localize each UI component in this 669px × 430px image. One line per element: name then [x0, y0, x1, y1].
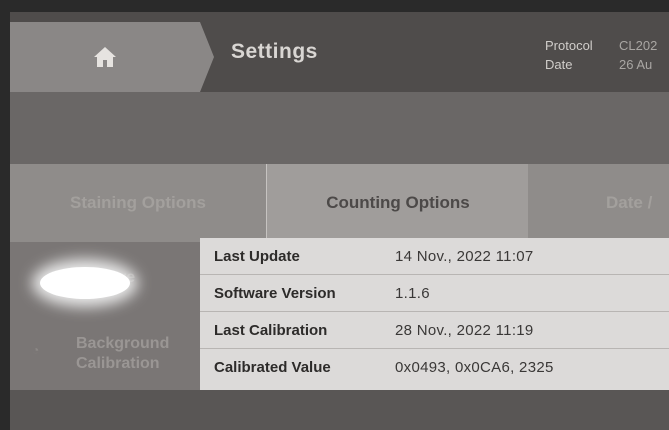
protocol-info: Protocol CL202 Date 26 Au — [545, 36, 657, 74]
device-screen: Settings Protocol CL202 Date 26 Au Stainin… — [10, 12, 669, 430]
last-calibration-label: Last Calibration — [214, 321, 328, 339]
tab-date[interactable]: Date / — [528, 164, 669, 242]
settings-tabs: Staining Options Counting Options Date / — [10, 164, 669, 242]
header-bar: Settings Protocol CL202 Date 26 Au — [10, 12, 669, 92]
calibration-icon: ◔ — [32, 343, 40, 357]
protocol-row: Protocol CL202 — [545, 36, 657, 55]
date-label: Date — [545, 57, 573, 72]
calibrated-value-value: 0x0493, 0x0CA6, 2325 — [395, 358, 554, 376]
table-row: Last Update 14 Nov., 2022 11:07 — [200, 238, 669, 275]
page-title: Settings — [231, 40, 318, 63]
info-panel: Last Update 14 Nov., 2022 11:07 Software… — [200, 238, 669, 390]
tab-label: Counting Options — [326, 193, 470, 212]
table-row: Last Calibration 28 Nov., 2022 11:19 — [200, 312, 669, 349]
protocol-value: CL202 — [619, 38, 658, 53]
tab-label: Staining Options — [70, 193, 206, 212]
software-version-label: Software Version — [214, 284, 336, 302]
tab-staining-options[interactable]: Staining Options — [10, 164, 266, 242]
sidebar: re ◔ Background Calibration — [10, 242, 200, 392]
last-update-label: Last Update — [214, 247, 300, 265]
tab-label: Date / — [606, 193, 653, 212]
date-value: 26 Au — [619, 57, 653, 72]
header-band — [10, 92, 669, 164]
table-row: Software Version 1.1.6 — [200, 275, 669, 312]
bottom-area — [10, 390, 669, 430]
software-version-value: 1.1.6 — [395, 284, 430, 302]
sidebar-item-background-calibration[interactable]: Background Calibration — [76, 334, 191, 374]
table-row: Calibrated Value 0x0493, 0x0CA6, 2325 — [200, 349, 669, 385]
protocol-label: Protocol — [545, 38, 593, 53]
home-icon — [94, 47, 116, 67]
last-calibration-value: 28 Nov., 2022 11:19 — [395, 321, 534, 339]
tab-counting-options[interactable]: Counting Options — [266, 164, 529, 242]
date-row: Date 26 Au — [545, 55, 657, 74]
calibrated-value-label: Calibrated Value — [214, 358, 331, 376]
home-button[interactable] — [10, 22, 200, 92]
screen-glare — [40, 267, 130, 299]
sidebar-item-label: Background Calibration — [76, 335, 170, 372]
header-arrow — [200, 22, 214, 92]
last-update-value: 14 Nov., 2022 11:07 — [395, 247, 534, 265]
